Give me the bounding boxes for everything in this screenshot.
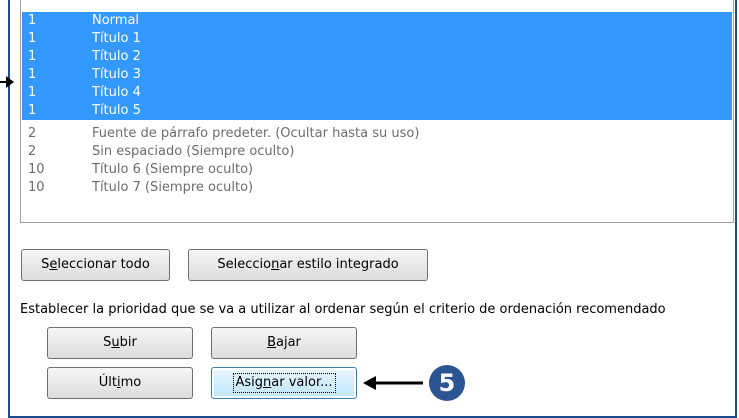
styles-list[interactable]: 1 Normal 1 Título 1 1 Título 2 1 Título … (20, 0, 734, 223)
priority-value: 2 (28, 144, 37, 159)
priority-description: Establecer la prioridad que se va a util… (20, 302, 666, 317)
priority-value: 1 (28, 67, 37, 82)
list-item[interactable]: 10 Título 6 (Siempre oculto) (22, 161, 732, 179)
callout-badge: 5 (429, 365, 465, 401)
list-item[interactable]: 1 Título 1 (22, 30, 732, 48)
priority-value: 10 (28, 162, 45, 177)
list-item[interactable]: 1 Título 2 (22, 48, 732, 66)
list-item[interactable]: 1 Título 5 (22, 102, 732, 120)
style-name: Fuente de párrafo predeter. (Ocultar has… (92, 126, 420, 141)
style-name: Título 6 (Siempre oculto) (92, 162, 254, 177)
move-up-button[interactable]: Subir (47, 327, 193, 359)
dialog-panel: 1 Normal 1 Título 1 1 Título 2 1 Título … (8, 0, 737, 418)
list-item[interactable]: 2 Sin espaciado (Siempre oculto) (22, 143, 732, 161)
priority-value: 1 (28, 31, 37, 46)
list-item[interactable]: 10 Título 7 (Siempre oculto) (22, 179, 732, 197)
focus-ring: Asignar valor... (232, 373, 336, 393)
list-item[interactable]: 1 Título 3 (22, 66, 732, 84)
assign-value-button[interactable]: Asignar valor... (211, 367, 357, 399)
move-down-button[interactable]: Bajar (211, 327, 357, 359)
priority-value: 2 (28, 126, 37, 141)
list-item[interactable]: 1 Normal (22, 12, 732, 30)
style-name: Título 1 (92, 31, 141, 46)
style-name: Normal (92, 13, 140, 28)
left-arrow-icon (363, 376, 423, 390)
style-name: Sin espaciado (Siempre oculto) (92, 144, 295, 159)
priority-value: 10 (28, 180, 45, 195)
select-builtin-style-button[interactable]: Seleccionar estilo integrado (188, 249, 428, 281)
priority-value: 1 (28, 103, 37, 118)
last-button[interactable]: Último (47, 367, 193, 399)
list-item[interactable]: 2 Fuente de párrafo predeter. (Ocultar h… (22, 125, 732, 143)
select-all-button[interactable]: Seleccionar todo (21, 249, 170, 281)
right-arrow-icon (0, 76, 14, 88)
priority-value: 1 (28, 85, 37, 100)
style-name: Título 5 (92, 103, 141, 118)
priority-value: 1 (28, 49, 37, 64)
style-name: Título 4 (92, 85, 141, 100)
priority-value: 1 (28, 13, 37, 28)
style-name: Título 3 (92, 67, 141, 82)
style-name: Título 7 (Siempre oculto) (92, 180, 254, 195)
style-name: Título 2 (92, 49, 141, 64)
list-item[interactable]: 1 Título 4 (22, 84, 732, 102)
